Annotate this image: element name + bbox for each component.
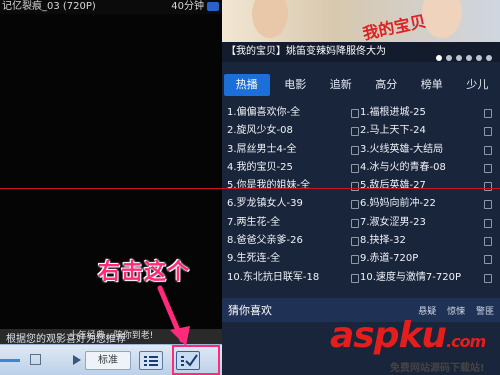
tab-charts[interactable]: 榜单: [409, 74, 455, 96]
list-item[interactable]: 10.东北抗日联军-18: [227, 269, 363, 287]
banner-caption-text: 【我的宝贝】姚笛变辣妈降服佟大为: [226, 46, 386, 57]
page-icon: [484, 237, 492, 247]
list-item[interactable]: 7.淑女涩男-23: [360, 214, 496, 232]
banner-caption[interactable]: 【我的宝贝】姚笛变辣妈降服佟大为: [222, 42, 500, 62]
video-player-area[interactable]: 记亿裂痕_03 (720P) 40分钟 十年经典，陪你到老!: [0, 0, 222, 344]
tab-movie[interactable]: 电影: [273, 74, 319, 96]
page-icon: [484, 109, 492, 118]
page-icon: [351, 182, 359, 192]
page-icon: [351, 109, 359, 118]
red-guide-line: [0, 188, 500, 189]
list-item[interactable]: 8.抉择-32: [360, 232, 496, 250]
page-icon: [351, 127, 359, 137]
playlist-current-item[interactable]: 记亿裂痕_03 (720P) 40分钟: [0, 0, 222, 14]
list-item[interactable]: 5.敌后英雄-27: [360, 177, 496, 195]
hd-badge-icon: [207, 2, 219, 11]
list-item[interactable]: 4.冰与火的青春-08: [360, 159, 496, 177]
page-icon: [484, 127, 492, 137]
list-item[interactable]: 6.妈妈向前冲-22: [360, 195, 496, 213]
list-item[interactable]: 8.爸爸父亲爹-26: [227, 232, 363, 250]
banner-overlay-text: 我的宝贝: [361, 11, 428, 42]
list-icon: [144, 356, 158, 366]
ranking-column-right: 1.福根进城-25 2.马上天下-24 3.火线英雄-大结局 4.冰与火的青春-…: [360, 104, 496, 287]
list-item[interactable]: 10.速度与激情7-720P: [360, 269, 496, 287]
highlight-box: [172, 345, 220, 375]
video-title: 记亿裂痕_03 (720P): [2, 1, 96, 12]
page-icon: [484, 200, 492, 210]
guess-description: 根据您的观影喜好为您推荐: [6, 334, 126, 345]
page-icon: [484, 273, 492, 283]
list-item[interactable]: 2.旋风少女-08: [227, 122, 363, 140]
page-icon: [351, 255, 359, 265]
page-icon: [484, 182, 492, 192]
watermark: aspku.com 免费网站源码下载站!: [330, 315, 500, 375]
list-item[interactable]: 2.马上天下-24: [360, 122, 496, 140]
tab-kids[interactable]: 少儿: [455, 74, 500, 96]
watermark-subtitle: 免费网站源码下载站!: [390, 363, 485, 374]
list-item[interactable]: 3.屌丝男士4-全: [227, 141, 363, 159]
list-item[interactable]: 7.两生花-全: [227, 214, 363, 232]
list-item[interactable]: 3.火线英雄-大结局: [360, 141, 496, 159]
page-icon: [484, 163, 492, 173]
screenshot-icon[interactable]: [30, 354, 41, 365]
page-icon: [351, 145, 359, 155]
promo-banner[interactable]: 我的宝贝: [222, 0, 500, 42]
page-icon: [351, 218, 359, 228]
page-icon: [351, 163, 359, 173]
page-icon: [484, 145, 492, 155]
page-icon: [484, 255, 492, 265]
list-item[interactable]: 1.偏偏喜欢你-全: [227, 104, 363, 122]
page-icon: [484, 218, 492, 228]
playlist-button[interactable]: [139, 351, 163, 370]
annotation-label: 右击这个: [98, 260, 191, 285]
volume-bar[interactable]: [0, 359, 20, 362]
category-tabs: 热播 电影 追新 高分 榜单 少儿: [222, 74, 500, 96]
tab-hot[interactable]: 热播: [224, 74, 270, 96]
page-icon: [351, 200, 359, 210]
page-icon: [351, 237, 359, 247]
tab-high-score[interactable]: 高分: [364, 74, 410, 96]
carousel-dots[interactable]: [432, 49, 492, 69]
tab-latest[interactable]: 追新: [318, 74, 364, 96]
banner-figure-right: [422, 0, 462, 38]
quality-label: 标准: [98, 355, 118, 366]
banner-figure-left: [252, 0, 288, 38]
ranking-list: 1.偏偏喜欢你-全 2.旋风少女-08 3.屌丝男士4-全 4.我的宝贝-25 …: [222, 104, 500, 288]
list-item[interactable]: 1.福根进城-25: [360, 104, 496, 122]
video-duration: 40分钟: [171, 1, 204, 12]
list-item[interactable]: 9.生死连-全: [227, 250, 363, 268]
list-item[interactable]: 9.赤道-720P: [360, 250, 496, 268]
play-triangle-icon[interactable]: [72, 355, 82, 365]
list-item[interactable]: 5.你是我的姐妹-全: [227, 177, 363, 195]
watermark-logo: aspku.com: [330, 315, 486, 356]
guess-title: 猜你喜欢: [228, 304, 272, 317]
list-item[interactable]: 6.罗龙镇女人-39: [227, 195, 363, 213]
ranking-column-left: 1.偏偏喜欢你-全 2.旋风少女-08 3.屌丝男士4-全 4.我的宝贝-25 …: [227, 104, 363, 287]
page-icon: [351, 273, 359, 283]
list-item[interactable]: 4.我的宝贝-25: [227, 159, 363, 177]
quality-standard-button[interactable]: 标准: [85, 351, 131, 370]
